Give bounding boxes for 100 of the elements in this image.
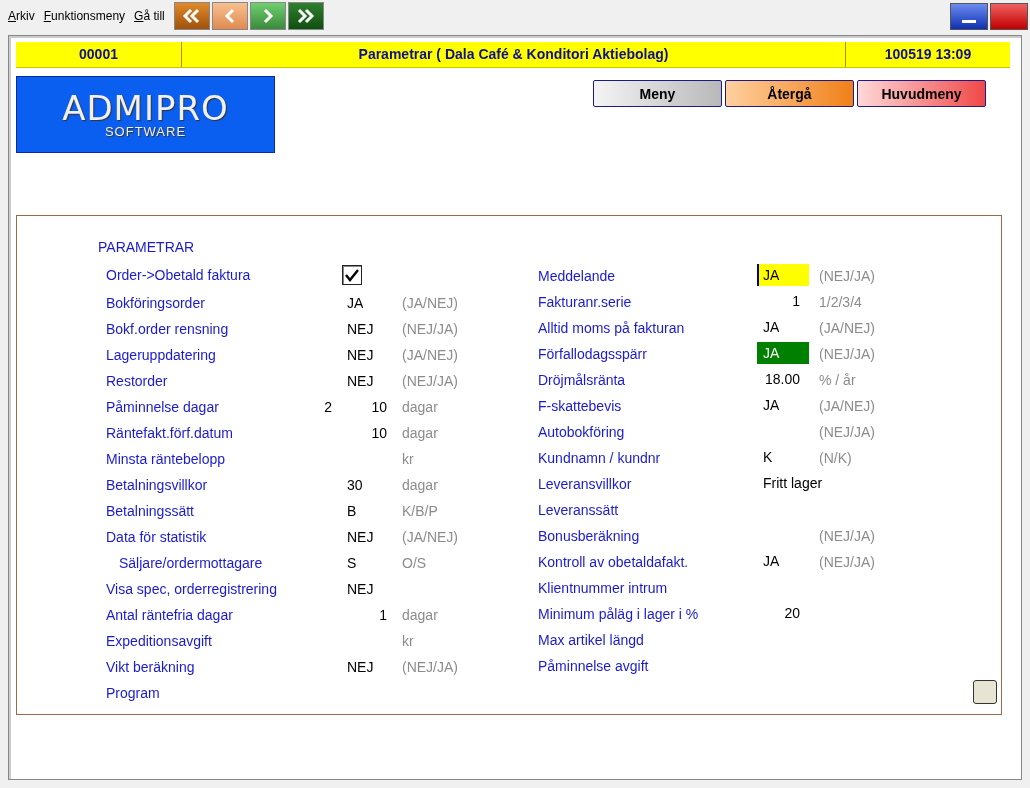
field-label: Visa spec, orderregistrering <box>106 581 278 597</box>
value-field[interactable]: 10 <box>347 399 387 415</box>
back-button[interactable]: Återgå <box>725 80 854 107</box>
field-label: Kundnamn / kundnr <box>538 450 662 466</box>
logo: ADMIPRO SOFTWARE <box>16 76 275 153</box>
field-label: Antal räntefria dagar <box>106 607 234 623</box>
hint-text: (JA/NEJ) <box>819 398 875 414</box>
field-label: Vikt beräkning <box>106 659 196 675</box>
checkbox[interactable] <box>342 265 362 285</box>
field-label: Max artikel längd <box>538 632 645 648</box>
field-label: Leveranssätt <box>538 502 620 518</box>
value-field[interactable]: 1 <box>757 290 809 312</box>
hint-text: (JA/NEJ) <box>402 347 458 363</box>
field-label: Leveransvillkor <box>538 476 633 492</box>
field-label: F-skattebevis <box>538 398 623 414</box>
hint-text: (N/K) <box>819 450 852 466</box>
hint-text: dagar <box>402 399 438 415</box>
value-field[interactable]: Fritt lager <box>757 472 823 494</box>
value-field[interactable]: 2 <box>300 399 332 415</box>
field-label: Autobokföring <box>538 424 626 440</box>
value-field[interactable]: JA <box>757 342 809 364</box>
value-field[interactable]: NEJ <box>347 321 387 337</box>
close-button[interactable] <box>990 2 1028 30</box>
page-title: Parametrar ( Dala Café & Konditori Aktiebolag) <box>181 42 845 67</box>
hint-text: (NEJ/JA) <box>402 659 458 675</box>
field-label: Betalningsvillkor <box>106 477 209 493</box>
value-field[interactable]: JA <box>757 316 809 338</box>
value-field[interactable]: NEJ <box>347 581 387 597</box>
hint-text: (NEJ/JA) <box>819 554 875 570</box>
field-label: Expeditionsavgift <box>106 633 213 649</box>
value-field[interactable]: NEJ <box>347 373 387 389</box>
field-label: Kontroll av obetaldafakt. <box>538 554 690 570</box>
value-field[interactable]: JA <box>757 394 809 416</box>
value-field[interactable]: B <box>347 503 387 519</box>
hint-text: 1/2/3/4 <box>819 294 862 310</box>
value-field[interactable]: 20 <box>757 602 809 624</box>
value-field[interactable]: K <box>757 446 809 468</box>
value-field[interactable]: JA <box>757 550 809 572</box>
hint-text: (NEJ/JA) <box>819 424 875 440</box>
double-chevron-button[interactable] <box>173 2 210 30</box>
date-time: 100519 13:09 <box>845 42 1010 67</box>
hint-text: (JA/NEJ) <box>402 295 458 311</box>
hint-text: dagar <box>402 607 438 623</box>
hint-text: dagar <box>402 425 438 441</box>
hint-text: (NEJ/JA) <box>402 321 458 337</box>
field-label: Bokf.order rensning <box>106 321 230 337</box>
value-field[interactable]: 10 <box>347 425 387 441</box>
hint-text: (JA/NEJ) <box>402 529 458 545</box>
field-label: Order->Obetald faktura <box>106 267 252 283</box>
hint-text: K/B/P <box>402 503 438 519</box>
field-label: Minsta räntebelopp <box>106 451 227 467</box>
field-label: Fakturanr.serie <box>538 294 633 310</box>
hint-text: (NEJ/JA) <box>819 346 875 362</box>
field-label: Räntefakt.förf.datum <box>106 425 234 441</box>
field-label: Påminnelse dagar <box>106 399 220 415</box>
value-field[interactable]: NEJ <box>347 659 387 675</box>
double-chevron-button[interactable] <box>287 2 324 30</box>
field-label: Alltid moms på fakturan <box>538 320 686 336</box>
field-label: Betalningssätt <box>106 503 195 519</box>
value-field[interactable]: JA <box>347 295 387 311</box>
value-field[interactable]: JA <box>757 264 809 286</box>
value-field[interactable]: NEJ <box>347 347 387 363</box>
menu-item[interactable]: Gå till <box>130 9 169 23</box>
hint-text: (NEJ/JA) <box>819 268 875 284</box>
hint-text: (NEJ/JA) <box>402 373 458 389</box>
chevron-button[interactable] <box>249 2 286 30</box>
hint-text: dagar <box>402 477 438 493</box>
field-label: Bokföringsorder <box>106 295 206 311</box>
hint-text: O/S <box>402 555 427 571</box>
field-label: Program <box>106 685 161 701</box>
field-label: Restorder <box>106 373 169 389</box>
value-field[interactable]: 18.00 <box>757 368 809 390</box>
record-number: 00001 <box>78 45 119 64</box>
field-label: Påminnelse avgift <box>538 658 650 674</box>
field-label: Minimum påläg i lager i % <box>538 606 700 622</box>
section-heading: PARAMETRAR <box>98 238 196 257</box>
hint-text: % / år <box>819 372 856 388</box>
menu-item[interactable]: Funktionsmeny <box>39 9 130 23</box>
blank-button[interactable] <box>973 680 997 704</box>
value-field[interactable]: 30 <box>347 477 387 493</box>
field-label: Lageruppdatering <box>106 347 217 363</box>
value-field[interactable]: 1 <box>347 607 387 623</box>
hint-text: kr <box>402 633 414 649</box>
menu-button[interactable]: Meny <box>593 80 722 107</box>
menu-item[interactable]: Arkiv <box>4 9 39 23</box>
hint-text: (NEJ/JA) <box>819 528 875 544</box>
main-menu-button[interactable]: Huvudmeny <box>857 80 986 107</box>
chevron-button[interactable] <box>211 2 248 30</box>
value-field[interactable]: S <box>347 555 387 571</box>
hint-text: (JA/NEJ) <box>819 320 875 336</box>
field-label: Säljare/ordermottagare <box>119 555 264 571</box>
field-label: Klientnummer intrum <box>538 580 669 596</box>
field-label: Förfallodagsspärr <box>538 346 648 362</box>
value-field[interactable]: NEJ <box>347 529 387 545</box>
field-label: Meddelande <box>538 268 617 284</box>
field-label: Data för statistik <box>106 529 208 545</box>
field-label: Bonusberäkning <box>538 528 641 544</box>
minimize-button[interactable] <box>950 2 988 30</box>
hint-text: kr <box>402 451 414 467</box>
field-label: Dröjmålsränta <box>538 372 627 388</box>
